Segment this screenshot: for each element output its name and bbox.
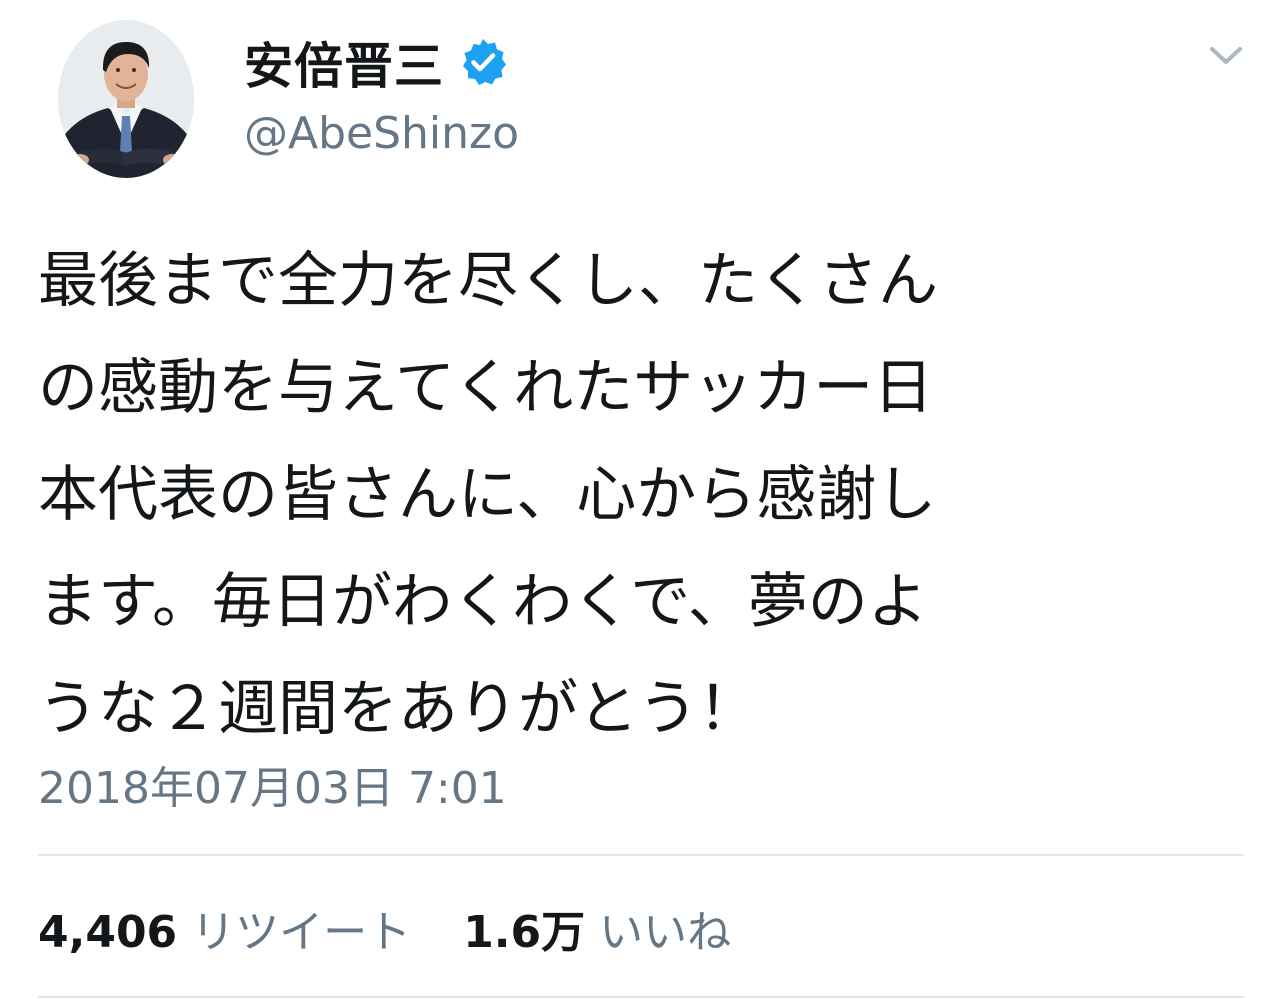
retweets-count: 4,406 <box>38 907 178 958</box>
likes-count: 1.6万 <box>463 907 586 958</box>
chevron-down-icon <box>1210 47 1242 64</box>
author-handle[interactable]: @AbeShinzo <box>244 108 519 159</box>
tweet-menu-button[interactable] <box>1204 36 1248 76</box>
author-display-name: 安倍晋三 <box>244 37 445 95</box>
likes-stat[interactable]: 1.6万 いいね <box>463 896 731 960</box>
tweet-card: 安倍晋三 @AbeShinzo 最後まで全力を尽くし、たくさん の感動を与えてく… <box>0 0 1280 1002</box>
tweet-text-line: ます。毎日がわくわくで、夢のよ <box>38 567 928 637</box>
likes-label: いいね <box>599 907 732 958</box>
verified-badge-icon <box>458 37 508 87</box>
tweet-text: 最後まで全力を尽くし、たくさん の感動を与えてくれたサッカー日 本代表の皆さんに… <box>38 228 1188 763</box>
tweet-text-line: の感動を与えてくれたサッカー日 <box>38 353 934 423</box>
retweets-stat[interactable]: 4,406 リツイート <box>38 896 411 960</box>
tweet-text-line: うな２週間をありがとう！ <box>38 674 758 744</box>
author-avatar[interactable] <box>58 20 194 178</box>
divider <box>38 854 1244 856</box>
tweet-stats: 4,406 リツイート 1.6万 いいね <box>38 888 731 968</box>
retweets-label: リツイート <box>191 907 412 958</box>
author-name-row[interactable]: 安倍晋三 <box>244 30 508 95</box>
profile-photo-icon <box>58 20 194 178</box>
divider <box>38 996 1244 998</box>
tweet-timestamp[interactable]: 2018年07月03日 7:01 <box>38 752 507 816</box>
tweet-text-line: 最後まで全力を尽くし、たくさん <box>38 246 938 316</box>
tweet-text-line: 本代表の皆さんに、心から感謝し <box>38 460 937 530</box>
